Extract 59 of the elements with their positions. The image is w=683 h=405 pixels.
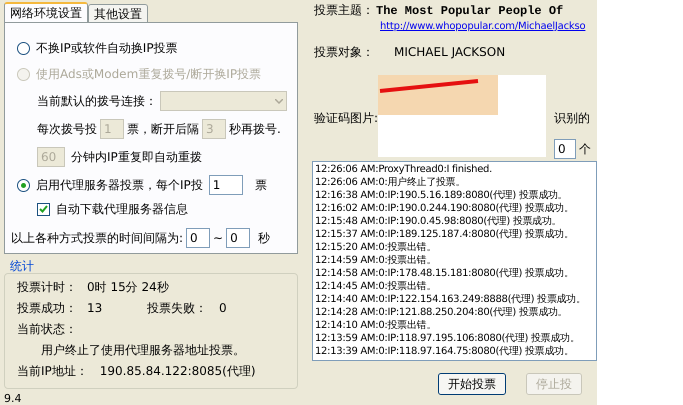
label-text: 当前状态： bbox=[17, 321, 78, 338]
status-text: 用户终止了使用代理服务器地址投票。 bbox=[40, 342, 246, 359]
log-line: 12:14:58 AM:0:IP:178.48.15.181:8080(代理) 投票成功。 bbox=[315, 267, 574, 280]
votes-per-ip-field[interactable]: 1 bbox=[208, 175, 243, 195]
checkbox[interactable] bbox=[37, 202, 50, 216]
label-text: 投票计时： bbox=[17, 279, 77, 296]
label-text: 验证码图片: bbox=[314, 110, 378, 127]
value-text: 0 bbox=[219, 300, 227, 317]
label-text: 投票成功： bbox=[17, 300, 77, 317]
radio-button[interactable] bbox=[17, 178, 30, 192]
log-line: 12:26:06 AM:0:用户终止了投票。 bbox=[315, 176, 466, 189]
log-line: 12:14:45 AM:0:投票出错。 bbox=[315, 280, 437, 293]
log-line: 12:16:02 AM:0:IP:190.0.244.190:8080(代理) 投票成功。 bbox=[315, 202, 574, 215]
interval-to-field[interactable]: 0 bbox=[226, 228, 250, 248]
log-line: 12:13:39 AM:0:IP:118.97.164.75:8080(代理) 投票成功。 bbox=[315, 345, 574, 358]
label-text: 当前IP地址： bbox=[17, 363, 88, 380]
value-text: 13 bbox=[87, 300, 104, 317]
tab[interactable]: 网络环境设置 bbox=[4, 2, 88, 22]
value-text: 190.85.84.122:8085(代理) bbox=[100, 363, 256, 380]
log-line: 12:14:59 AM:0:投票出错。 bbox=[315, 254, 437, 267]
log-line: 12:15:20 AM:0:投票出错。 bbox=[315, 241, 437, 254]
radio-label: 使用Ads或Modem重复拨号/断开换IP投票 bbox=[36, 66, 262, 83]
log-line: 12:16:38 AM:0:IP:190.5.16.189:8080(代理) 投票成功。 bbox=[315, 189, 568, 202]
label-text: 识别的 bbox=[554, 110, 592, 127]
log-line: 12:14:40 AM:0:IP:122.154.163.249:8888(代理) 投票成功。 bbox=[315, 293, 587, 306]
label-text: 自动下载代理服务器信息 bbox=[56, 201, 188, 218]
count-field[interactable]: 0 bbox=[554, 139, 576, 159]
label-text: 投票失败： bbox=[147, 300, 207, 317]
tab[interactable]: 其他设置 bbox=[88, 4, 148, 22]
start-vote-button[interactable]: 开始投票 bbox=[438, 373, 506, 395]
radio-label: 不换IP或软件自动换IP投票 bbox=[36, 40, 178, 57]
label-text: ~ bbox=[213, 230, 224, 247]
log-line: 12:26:06 AM:ProxyThread0:I finished. bbox=[315, 163, 493, 176]
interval-from-field[interactable]: 0 bbox=[186, 228, 210, 248]
label-text: 当前默认的拨号连接： bbox=[37, 93, 157, 110]
label-text: 投票对象： bbox=[314, 44, 374, 61]
log-line: 12:14:28 AM:0:IP:121.88.250.204:80(代理) 投票成功。 bbox=[315, 306, 568, 319]
radio-label: 启用代理服务器投票，每个IP投 bbox=[36, 177, 203, 194]
topic-link[interactable]: http://www.whopopular.com/MichaelJackso bbox=[380, 20, 586, 33]
label-text: 分钟内IP重复即自动重拨 bbox=[71, 149, 202, 166]
value-text: MICHAEL JACKSON bbox=[394, 44, 506, 61]
label-text: 票，断开后隔 bbox=[127, 121, 199, 138]
version-text: 9.4 bbox=[4, 393, 22, 405]
log-line: 12:15:48 AM:0:IP:190.0.45.98:8080(代理) 投票成功。 bbox=[315, 215, 562, 228]
label-text: 投票主题： bbox=[314, 2, 374, 19]
log-line: 12:13:59 AM:0:IP:118.97.195.106:8080(代理) 投票成功。 bbox=[315, 332, 581, 345]
log-line: 12:14:10 AM:0:投票出错。 bbox=[315, 319, 437, 332]
label-text: 以上各种方式投票的时间间隔为: bbox=[11, 230, 184, 247]
log-line: 12:15:37 AM:0:IP:189.125.187.4:8080(代理) 投票成功。 bbox=[315, 228, 574, 241]
label-text: 秒再拨号. bbox=[229, 121, 281, 138]
group-title: 统计 bbox=[9, 259, 35, 273]
checkmark-icon bbox=[39, 205, 48, 213]
topic-title: The Most Popular People Of bbox=[376, 3, 564, 20]
label-text: 每次拨号投 bbox=[37, 121, 97, 138]
label-text: 个 bbox=[579, 141, 592, 158]
label-text: 票 bbox=[254, 177, 267, 194]
label-text: 秒 bbox=[258, 230, 270, 247]
radio-button[interactable] bbox=[17, 42, 30, 54]
value-text: 0时 15分 24秒 bbox=[87, 279, 169, 296]
